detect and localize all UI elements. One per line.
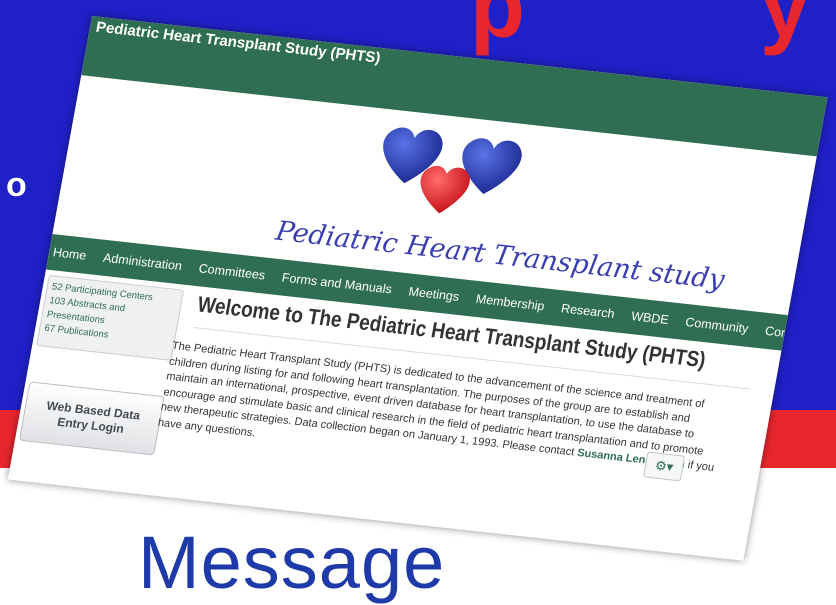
wbde-login-button[interactable]: Web Based Data Entry Login <box>18 381 165 456</box>
slide-bottom-text: Message <box>138 521 446 604</box>
nav-community[interactable]: Community <box>684 315 749 336</box>
nav-home[interactable]: Home <box>52 245 88 262</box>
website-screenshot: Pediatric Heart Transplant Study (PHTS) … <box>7 16 828 561</box>
hearts-logo-icon <box>383 127 522 214</box>
slide-title-fragment: p y <box>470 0 812 57</box>
nav-administration[interactable]: Administration <box>102 251 183 273</box>
slide-left-fragment: o <box>6 166 27 204</box>
nav-membership[interactable]: Membership <box>475 292 546 313</box>
gear-menu-button[interactable]: ⚙▾ <box>642 451 686 482</box>
nav-forms-and-manuals[interactable]: Forms and Manuals <box>281 271 393 297</box>
nav-wbde[interactable]: WBDE <box>630 309 670 327</box>
nav-meetings[interactable]: Meetings <box>407 285 460 304</box>
nav-research[interactable]: Research <box>560 301 616 321</box>
stats-panel: 52 Participating Centers 103 Abstracts a… <box>36 274 185 361</box>
nav-committees[interactable]: Committees <box>198 261 267 282</box>
